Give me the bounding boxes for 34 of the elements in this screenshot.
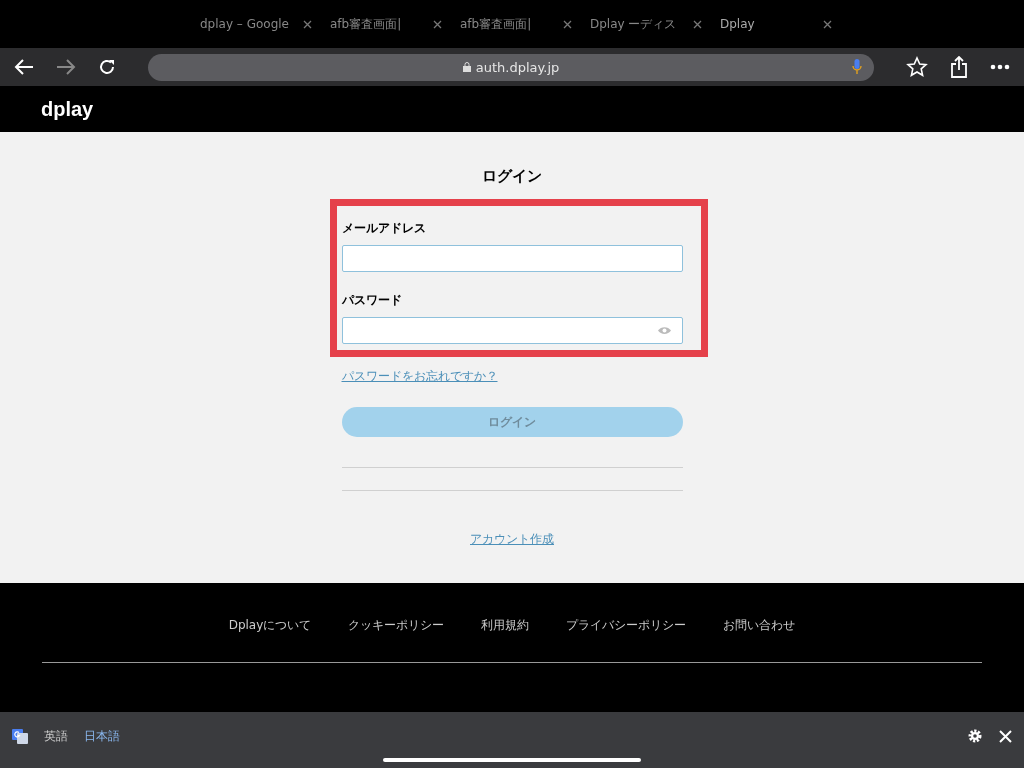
footer-link[interactable]: Dplayについて [228,617,312,634]
browser-tab[interactable]: afb審査画面| [322,11,450,37]
star-icon[interactable] [906,56,928,78]
footer-link[interactable]: お問い合わせ [723,617,796,634]
footer-link[interactable]: クッキーポリシー [348,617,445,634]
footer-link[interactable]: 利用規約 [481,617,530,634]
footer-link[interactable]: プライバシーポリシー [566,617,687,634]
more-icon[interactable] [990,64,1010,70]
address-bar[interactable]: auth.dplay.jp [148,53,874,81]
browser-tab[interactable]: dplay – Google [192,11,320,37]
browser-tab[interactable]: afb審査画面| [452,11,580,37]
page-title: ログイン [481,167,543,186]
close-icon[interactable] [563,19,572,29]
close-icon[interactable] [823,19,832,29]
settings-icon[interactable] [967,728,983,744]
field-label: メールアドレス [341,220,427,237]
translate-icon[interactable] [12,728,28,744]
email-field[interactable] [341,245,683,272]
browser-tab[interactable]: Dplay ーディス [582,11,710,37]
site-logo[interactable]: dplay [41,97,94,121]
lock-icon [462,62,471,72]
close-icon[interactable] [433,19,442,29]
language-option[interactable]: 日本語 [84,727,120,745]
forward-icon[interactable] [56,58,76,76]
share-icon[interactable] [950,56,968,78]
back-icon[interactable] [14,58,34,76]
password-field[interactable] [341,317,683,344]
microphone-icon[interactable] [852,58,862,75]
language-option[interactable]: 英語 [44,727,68,745]
close-icon[interactable] [303,19,312,29]
reload-icon[interactable] [98,58,116,76]
browser-tab[interactable]: Dplay [712,11,840,37]
field-label: パスワード [341,292,403,309]
close-icon[interactable] [693,19,702,29]
